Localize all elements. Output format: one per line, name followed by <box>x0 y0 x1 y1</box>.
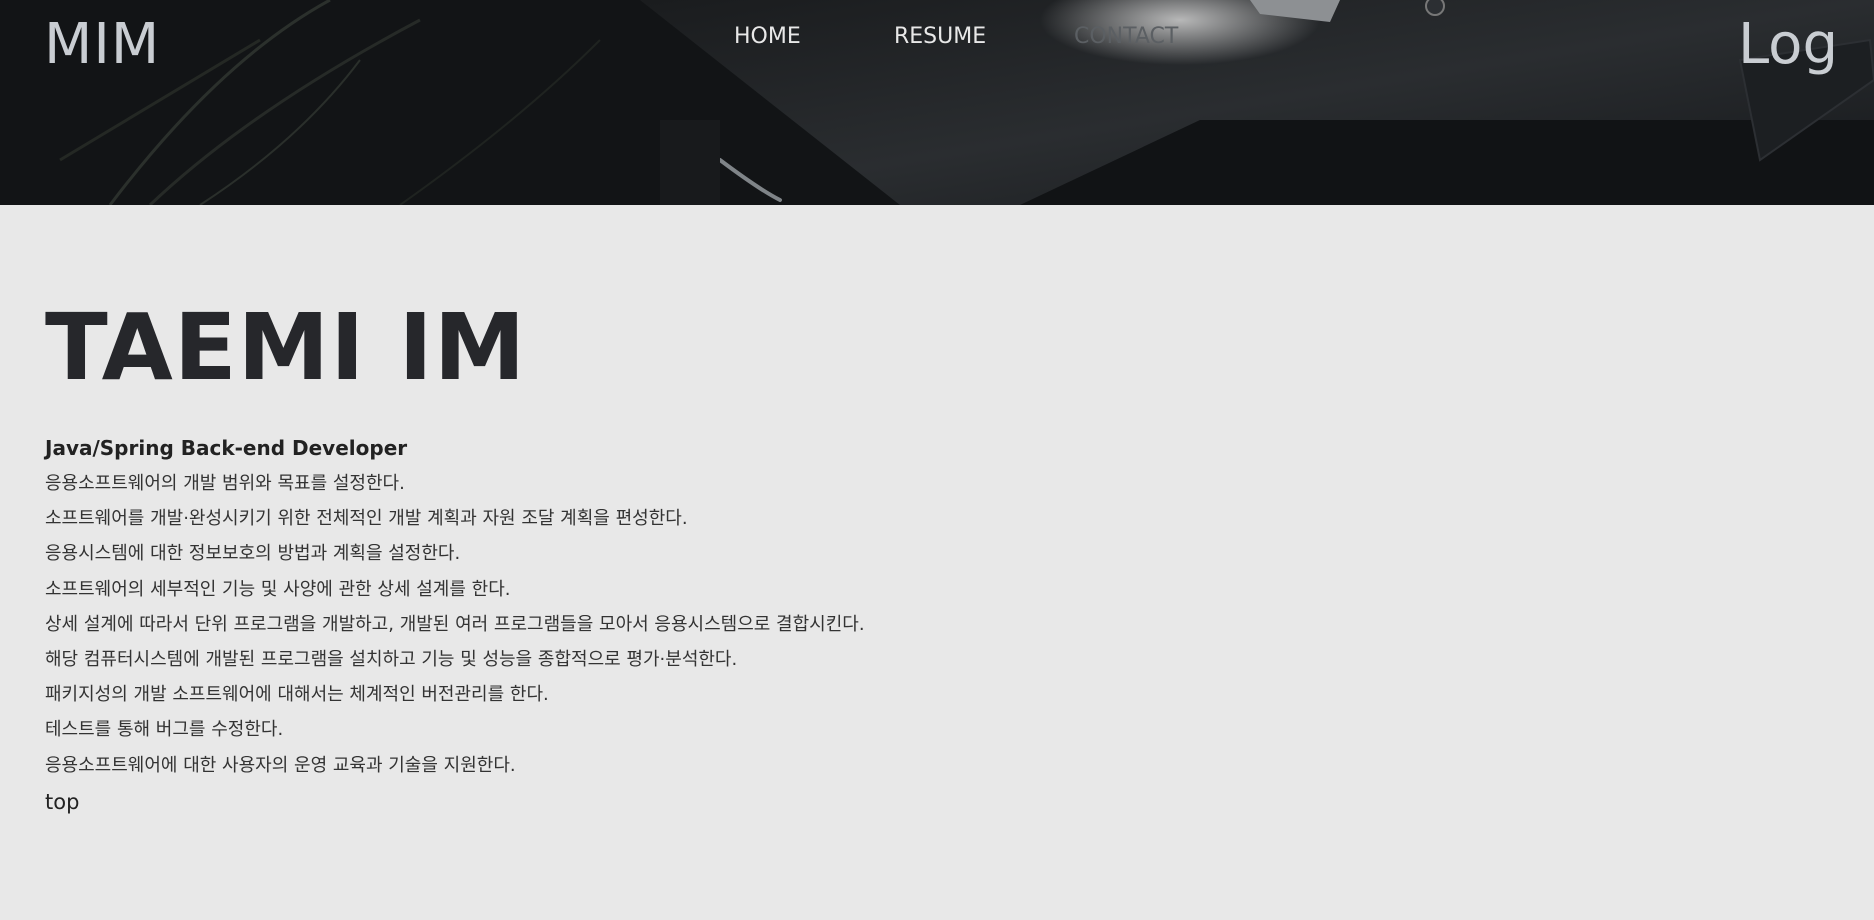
log-link[interactable]: Log <box>1738 10 1838 80</box>
duty-item: 소프트웨어를 개발·완성시키기 위한 전체적인 개발 계획과 자원 조달 계획을… <box>45 508 688 530</box>
duty-item: 해당 컴퓨터시스템에 개발된 프로그램을 설치하고 기능 및 성능을 종합적으로… <box>45 649 738 671</box>
duty-item: 소프트웨어의 세부적인 기능 및 사양에 관한 상세 설계를 한다. <box>45 578 511 600</box>
duty-item: 상세 설계에 따라서 단위 프로그램을 개발하고, 개발된 여러 프로그램들을 … <box>45 613 865 635</box>
profile-name: TAEMI IM <box>45 294 527 401</box>
nav-resume[interactable]: RESUME <box>894 22 986 52</box>
profile-section: TAEMI IM Java/Spring Back-end Developer … <box>45 205 1825 817</box>
duty-item: 응용소프트웨어에 대한 사용자의 운영 교육과 기술을 지원한다. <box>45 754 516 776</box>
nav-contact[interactable]: CONTACT <box>1074 22 1178 52</box>
profile-role: Java/Spring Back-end Developer <box>45 436 408 460</box>
duty-item: 테스트를 통해 버그를 수정한다. <box>45 719 284 741</box>
hero-header: MIM HOME RESUME CONTACT Log <box>0 0 1874 205</box>
duty-item: 응용소프트웨어의 개발 범위와 목표를 설정한다. <box>45 473 405 494</box>
duty-item: 응용시스템에 대한 정보보호의 방법과 계획을 설정한다. <box>45 543 461 565</box>
duties-list: 응용소프트웨어의 개발 범위와 목표를 설정한다. 소프트웨어를 개발·완성시키… <box>45 466 1825 783</box>
duty-item: 패키지성의 개발 소프트웨어에 대해서는 체계적인 버전관리를 한다. <box>45 684 549 706</box>
back-to-top-link[interactable]: top <box>45 787 79 817</box>
nav-home[interactable]: HOME <box>734 22 801 52</box>
site-logo[interactable]: MIM <box>44 10 160 80</box>
